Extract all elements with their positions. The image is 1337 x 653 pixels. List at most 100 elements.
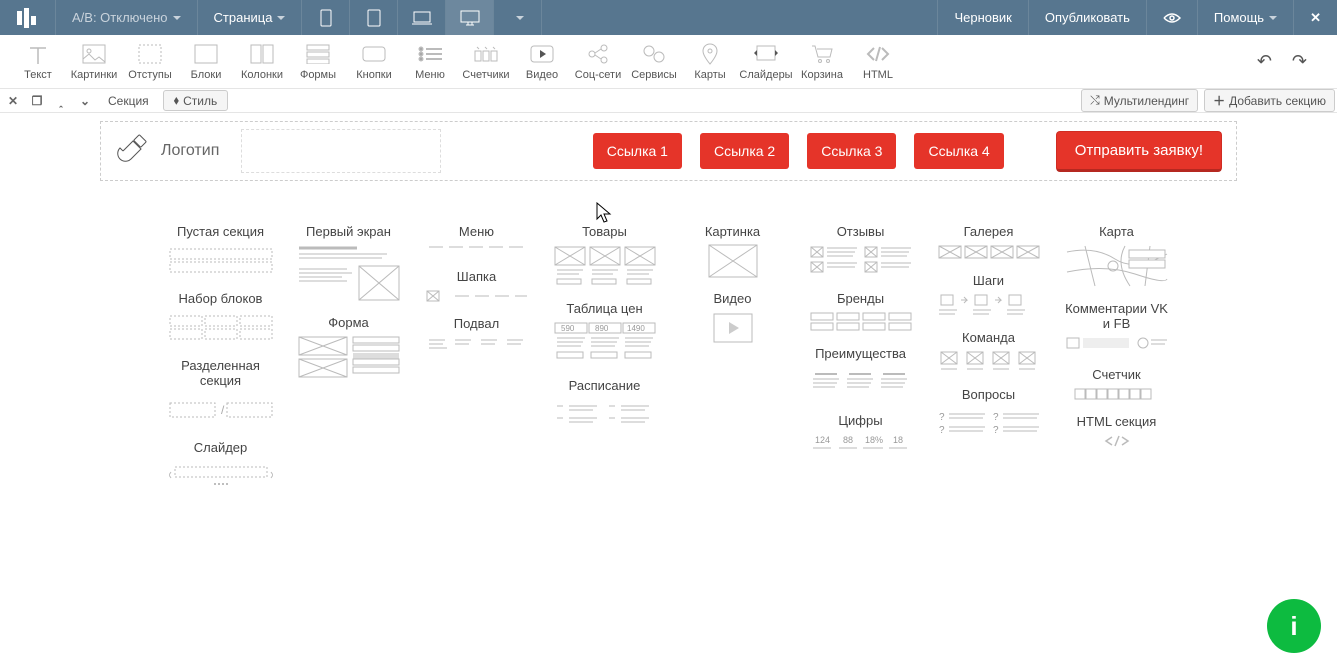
history-nav: ↶ ↷	[1257, 51, 1327, 72]
tpl-empty-section[interactable]: Пустая секция	[166, 225, 276, 278]
component-toolbar: Текст Картинки Отступы Блоки Колонки Фор…	[0, 35, 1337, 89]
close-button[interactable]: ✕	[1293, 0, 1337, 35]
tool-cart[interactable]: Корзина	[794, 35, 850, 89]
tool-blocks[interactable]: Блоки	[178, 35, 234, 89]
image-icon	[81, 43, 107, 65]
app-logo[interactable]	[0, 0, 56, 35]
style-button[interactable]: ⬧ Стиль	[163, 90, 229, 111]
tpl-first-screen[interactable]: Первый экран	[294, 225, 404, 302]
tpl-brands[interactable]: Бренды	[806, 292, 916, 333]
tpl-products[interactable]: Товары	[550, 225, 660, 288]
tpl-footer[interactable]: Подвал	[422, 317, 532, 356]
tpl-advantages[interactable]: Преимущества	[806, 347, 916, 400]
columns-icon	[249, 43, 275, 65]
tpl-gallery[interactable]: Галерея	[934, 225, 1044, 260]
tpl-schedule[interactable]: Расписание	[550, 379, 660, 432]
forms-icon	[305, 43, 331, 65]
help-dropdown[interactable]: Помощь	[1197, 0, 1293, 35]
header-dropzone[interactable]	[241, 129, 441, 173]
tool-video[interactable]: Видео	[514, 35, 570, 89]
tpl-video[interactable]: Видео	[678, 292, 788, 345]
logo-label: Логотип	[161, 142, 219, 160]
tpl-questions[interactable]: Вопросы????	[934, 388, 1044, 441]
tool-images[interactable]: Картинки	[66, 35, 122, 89]
multilanding-button[interactable]: ⤭ Мультилендинг	[1081, 89, 1198, 112]
svg-text:890: 890	[595, 324, 609, 333]
nav-link-4[interactable]: Ссылка 4	[914, 133, 1003, 169]
section-templates-grid: Пустая секция Набор блоков Разделенная с…	[189, 225, 1149, 494]
tool-services[interactable]: Сервисы	[626, 35, 682, 89]
nav-link-1[interactable]: Ссылка 1	[593, 133, 682, 169]
chevron-down-icon	[277, 16, 285, 24]
header-links: Ссылка 1 Ссылка 2 Ссылка 3 Ссылка 4	[593, 133, 1004, 169]
draft-label: Черновик	[954, 10, 1011, 25]
shuffle-icon: ⤭	[1090, 93, 1100, 108]
tool-margins[interactable]: Отступы	[122, 35, 178, 89]
cursor-icon	[596, 202, 612, 224]
tpl-digits[interactable]: Цифры1248818%18	[806, 414, 916, 451]
tpl-price-table[interactable]: Таблица цен5908901490	[550, 302, 660, 365]
svg-text:?: ?	[993, 412, 999, 423]
maps-icon	[697, 43, 723, 65]
device-mobile[interactable]	[302, 0, 350, 35]
add-section-button[interactable]: ＋ Добавить секцию	[1204, 89, 1335, 112]
tpl-menu[interactable]: Меню	[422, 225, 532, 256]
tool-counters[interactable]: Счетчики	[458, 35, 514, 89]
preview-button[interactable]	[1146, 0, 1197, 35]
tool-forms[interactable]: Формы	[290, 35, 346, 89]
publish-label: Опубликовать	[1045, 10, 1130, 25]
tpl-reviews[interactable]: Отзывы	[806, 225, 916, 278]
svg-text:88: 88	[843, 435, 853, 445]
help-fab[interactable]: i	[1267, 599, 1321, 653]
tpl-steps[interactable]: Шаги	[934, 274, 1044, 317]
chevron-down-icon	[1269, 16, 1277, 24]
canvas-header-section[interactable]: Логотип Ссылка 1 Ссылка 2 Ссылка 3 Ссылк…	[100, 121, 1237, 181]
svg-text:1490: 1490	[627, 324, 645, 333]
device-tablet[interactable]	[350, 0, 398, 35]
logo-placeholder[interactable]: Логотип	[115, 133, 219, 169]
tpl-team[interactable]: Команда	[934, 331, 1044, 374]
svg-text:?: ?	[939, 425, 945, 436]
cta-button[interactable]: Отправить заявку!	[1056, 131, 1222, 172]
plus-icon: ＋	[1213, 92, 1225, 109]
tpl-split-section[interactable]: Разделенная секция/	[166, 359, 276, 427]
tool-text[interactable]: Текст	[10, 35, 66, 89]
ab-label: A/B: Отключено	[72, 10, 168, 25]
device-more[interactable]	[494, 0, 542, 35]
tpl-html-section[interactable]: HTML секция	[1062, 415, 1172, 448]
tool-social[interactable]: Соц-сети	[570, 35, 626, 89]
redo-button[interactable]: ↷	[1292, 51, 1307, 72]
section-close[interactable]: ✕	[4, 94, 22, 108]
tool-html[interactable]: HTML	[850, 35, 906, 89]
tool-sliders[interactable]: Слайдеры	[738, 35, 794, 89]
tpl-counter[interactable]: Счетчик	[1062, 368, 1172, 401]
nav-link-2[interactable]: Ссылка 2	[700, 133, 789, 169]
publish-button[interactable]: Опубликовать	[1028, 0, 1146, 35]
tpl-map[interactable]: Карта	[1062, 225, 1172, 288]
undo-button[interactable]: ↶	[1257, 51, 1272, 72]
section-copy[interactable]: ❐	[28, 94, 46, 108]
chevron-down-icon	[516, 16, 524, 24]
sliders-icon	[753, 43, 779, 65]
tool-menu[interactable]: Меню	[402, 35, 458, 89]
tpl-header[interactable]: Шапка	[422, 270, 532, 303]
tpl-image[interactable]: Картинка	[678, 225, 788, 278]
section-bar: ✕ ❐ ꞈ ⌄ Секция ⬧ Стиль ⤭ Мультилендинг ＋…	[0, 89, 1337, 113]
tool-buttons[interactable]: Кнопки	[346, 35, 402, 89]
section-move-down[interactable]: ⌄	[76, 94, 94, 108]
page-dropdown[interactable]: Страница	[198, 0, 303, 35]
tpl-form[interactable]: Форма	[294, 316, 404, 379]
tool-maps[interactable]: Карты	[682, 35, 738, 89]
nav-link-3[interactable]: Ссылка 3	[807, 133, 896, 169]
device-desktop[interactable]	[446, 0, 494, 35]
section-move-up[interactable]: ꞈ	[52, 94, 70, 108]
ab-toggle[interactable]: A/B: Отключено	[56, 0, 198, 35]
draft-status[interactable]: Черновик	[937, 0, 1027, 35]
tpl-slider[interactable]: Слайдер	[166, 441, 276, 494]
tool-columns[interactable]: Колонки	[234, 35, 290, 89]
info-icon: i	[1290, 611, 1297, 642]
usb-icon	[115, 133, 151, 169]
tpl-block-set[interactable]: Набор блоков	[166, 292, 276, 345]
tpl-comments[interactable]: Комментарии VK и FB	[1062, 302, 1172, 354]
device-laptop[interactable]	[398, 0, 446, 35]
